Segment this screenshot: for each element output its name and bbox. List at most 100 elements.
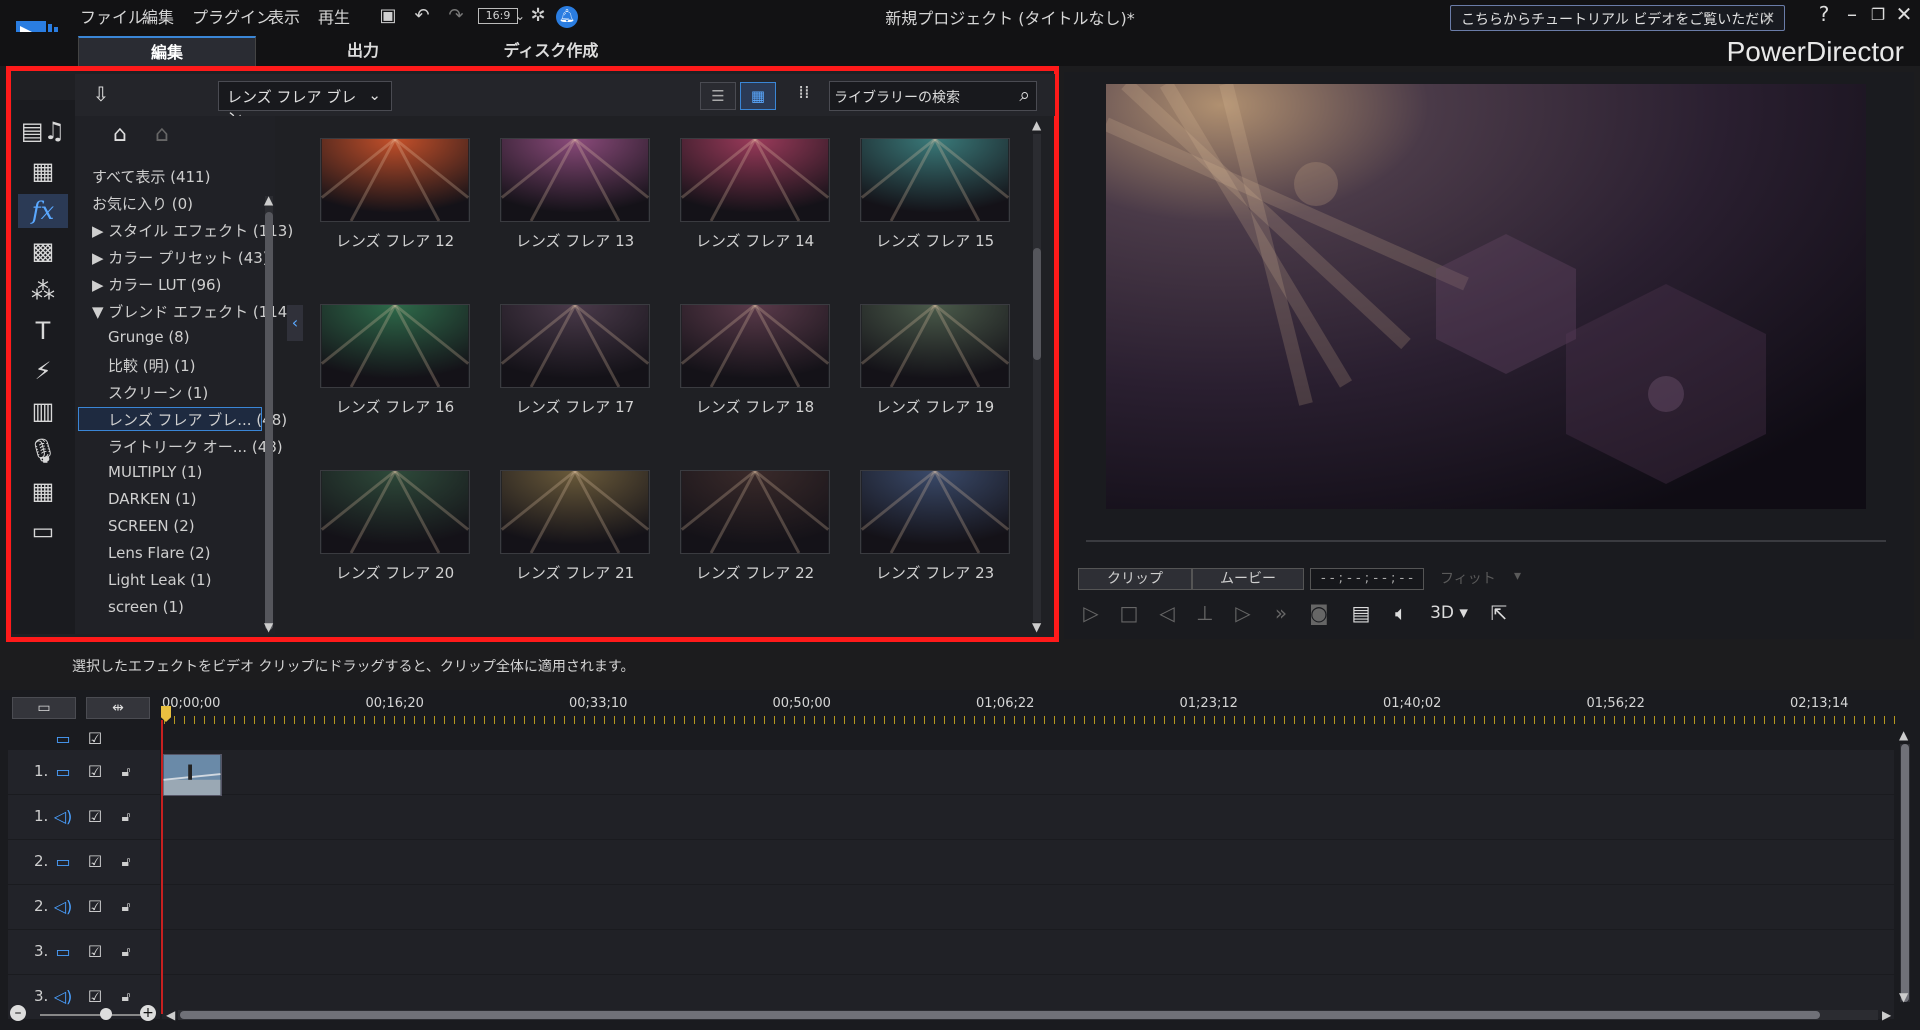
collapse-tree-button[interactable]: ‹: [287, 305, 303, 341]
timeline-horizontal-thumb[interactable]: [180, 1011, 1820, 1019]
track-lock-icon[interactable]: 🔓︎: [116, 852, 136, 872]
video-track-icon[interactable]: ▭: [53, 762, 73, 782]
details-view-button[interactable]: ☰: [700, 82, 736, 110]
tree-item[interactable]: SCREEN (2): [108, 517, 195, 535]
redo-icon[interactable]: ↷: [444, 4, 468, 28]
track-enable-checkbox[interactable]: ☑: [85, 987, 105, 1007]
track-lock-icon[interactable]: 🔓︎: [116, 987, 136, 1007]
all-tracks-checkbox[interactable]: ☑: [85, 729, 105, 749]
track-enable-checkbox[interactable]: ☑: [85, 852, 105, 872]
audio-track-icon[interactable]: ◁): [53, 987, 73, 1007]
add-tag-icon[interactable]: ⌂: [104, 122, 136, 154]
effect-thumbnail[interactable]: [680, 138, 830, 222]
tree-item[interactable]: MULTIPLY (1): [108, 463, 202, 481]
menu-file[interactable]: ファイル: [80, 4, 144, 28]
grid-size-icon[interactable]: ⁞⁞: [792, 82, 816, 110]
zoom-out-icon[interactable]: –: [10, 1005, 26, 1021]
preview-scrub-bar[interactable]: [1086, 540, 1886, 542]
tree-item[interactable]: ▶ カラー プリセット (43): [92, 247, 269, 268]
tree-item[interactable]: ▶ スタイル エフェクト (113): [92, 220, 293, 241]
menu-plugin[interactable]: プラグイン: [192, 4, 272, 28]
thumb-scroll-up-icon[interactable]: ▲: [1032, 118, 1041, 132]
template-room-icon[interactable]: ▦: [18, 154, 68, 188]
track-enable-checkbox[interactable]: ☑: [85, 897, 105, 917]
zoom-in-icon[interactable]: +: [140, 1005, 156, 1021]
audio-track-icon[interactable]: ◁): [53, 897, 73, 917]
tree-item[interactable]: ▶ カラー LUT (96): [92, 274, 221, 295]
effect-thumbnail[interactable]: [500, 304, 650, 388]
audio-track-icon[interactable]: ◁): [53, 807, 73, 827]
audio-mixing-icon[interactable]: ▥: [18, 394, 68, 428]
fast-forward-icon[interactable]: »: [1266, 598, 1296, 628]
track-lane[interactable]: [162, 795, 1894, 839]
tree-item[interactable]: DARKEN (1): [108, 490, 197, 508]
menu-view[interactable]: 表示: [268, 4, 300, 28]
undock-preview-icon[interactable]: ⇱: [1484, 598, 1514, 628]
track-lock-icon[interactable]: 🔓︎: [116, 897, 136, 917]
library-search-input[interactable]: ライブラリーの検索 ⌕: [829, 81, 1037, 111]
effect-thumbnail[interactable]: [320, 470, 470, 554]
thumbnail-scrollbar[interactable]: [1033, 134, 1041, 622]
timeline-vertical-thumb[interactable]: [1901, 744, 1909, 1002]
track-enable-checkbox[interactable]: ☑: [85, 942, 105, 962]
video-track-icon[interactable]: ▭: [53, 852, 73, 872]
close-icon[interactable]: ✕: [1892, 2, 1916, 28]
track-lane[interactable]: [162, 840, 1894, 884]
zoom-slider-knob[interactable]: [100, 1008, 112, 1020]
transition-room-icon[interactable]: ⚡: [18, 354, 68, 388]
track-enable-checkbox[interactable]: ☑: [85, 807, 105, 827]
tree-scroll-up-icon[interactable]: ▲: [264, 193, 273, 207]
undo-icon[interactable]: ↶: [410, 4, 434, 28]
fx-room-icon[interactable]: fx: [18, 194, 68, 228]
tutorial-banner[interactable]: こちらからチュートリアル ビデオをご覧いただけます。 ×: [1450, 5, 1785, 48]
tree-item[interactable]: すべて表示 (411): [92, 166, 210, 187]
effect-thumbnail[interactable]: [680, 304, 830, 388]
timeline-scroll-down-icon[interactable]: ▼: [1899, 990, 1908, 1004]
search-icon[interactable]: ⌕: [1019, 84, 1030, 106]
menu-playback[interactable]: 再生: [318, 4, 350, 28]
tree-item[interactable]: レンズ フレア ブレ... (48): [78, 407, 287, 431]
volume-icon[interactable]: 🔈︎: [1386, 598, 1416, 628]
tree-item[interactable]: お気に入り (0): [92, 193, 193, 214]
timeline-video-clip[interactable]: [162, 754, 222, 796]
chapter-room-icon[interactable]: ▦: [18, 474, 68, 508]
stop-icon[interactable]: □: [1114, 598, 1144, 628]
effect-thumbnail[interactable]: [320, 138, 470, 222]
tree-item[interactable]: 比較 (明) (1): [108, 355, 196, 376]
split-icon[interactable]: ⊥: [1190, 598, 1220, 628]
tree-item[interactable]: screen (1): [108, 598, 184, 616]
effect-thumbnail[interactable]: [860, 138, 1010, 222]
tree-scroll-down-icon[interactable]: ▼: [264, 620, 273, 634]
menu-edit[interactable]: 編集: [142, 4, 174, 28]
settings-gear-icon[interactable]: ✲: [526, 4, 550, 28]
tree-item[interactable]: スクリーン (1): [108, 382, 208, 403]
tab-output[interactable]: 出力: [274, 36, 452, 66]
tab-edit[interactable]: 編集: [78, 36, 256, 66]
video-track-icon[interactable]: ▭: [53, 942, 73, 962]
tree-item[interactable]: ライトリーク オー... (48): [108, 436, 283, 457]
effect-thumbnail[interactable]: [680, 470, 830, 554]
zoom-fit-dropdown[interactable]: フィット ▾: [1430, 568, 1530, 590]
tree-item[interactable]: Lens Flare (2): [108, 544, 210, 562]
h-scroll-right-icon[interactable]: ▶: [1882, 1008, 1891, 1022]
movie-mode-tab[interactable]: ムービー: [1192, 568, 1304, 590]
media-room-icon[interactable]: ▤♫: [18, 114, 68, 148]
fit-timeline-button[interactable]: ⇹: [86, 697, 150, 719]
pip-room-icon[interactable]: ▩: [18, 234, 68, 268]
track-lane[interactable]: [162, 750, 1894, 794]
all-video-track-icon[interactable]: ▭: [53, 729, 73, 749]
save-icon[interactable]: ▣: [376, 4, 400, 28]
track-manager-button[interactable]: ▭: [12, 697, 76, 719]
delete-tag-icon[interactable]: ⌂: [146, 122, 178, 154]
subtitle-room-icon[interactable]: ▭: [18, 514, 68, 548]
effect-thumbnail[interactable]: [860, 304, 1010, 388]
track-enable-checkbox[interactable]: ☑: [85, 762, 105, 782]
import-media-icon[interactable]: ⇩: [86, 82, 116, 110]
timeline-zoom-slider[interactable]: [40, 1014, 148, 1016]
effect-thumbnail[interactable]: [320, 304, 470, 388]
subtitle-icon[interactable]: ▤: [1346, 598, 1376, 628]
snapshot-camera-icon[interactable]: ◙: [1304, 598, 1334, 628]
thumbnail-scroll-thumb[interactable]: [1033, 248, 1041, 360]
clip-mode-tab[interactable]: クリップ: [1078, 568, 1192, 590]
tab-disc[interactable]: ディスク作成: [462, 36, 640, 66]
